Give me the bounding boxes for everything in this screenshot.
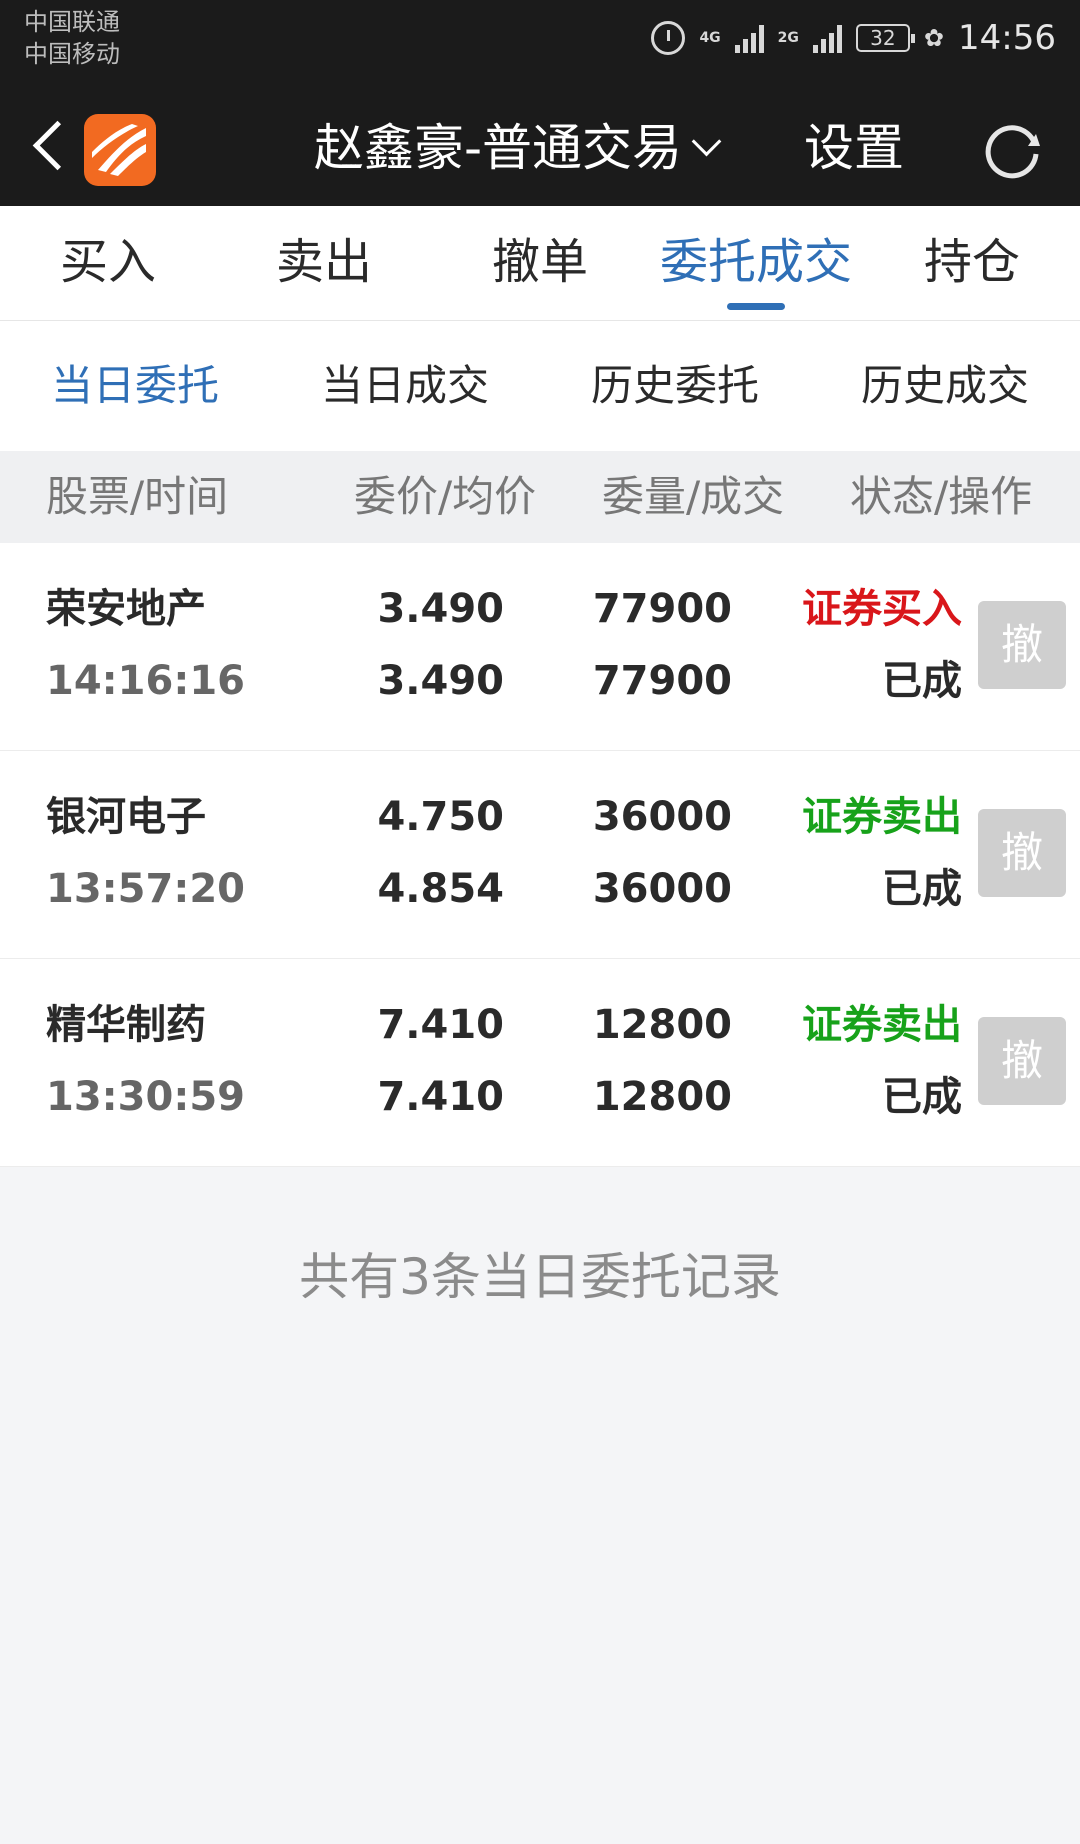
cancel-button[interactable]: 撤	[978, 809, 1066, 897]
leaf-icon: ✿	[923, 24, 945, 52]
order-quantity: 36000	[592, 794, 732, 840]
average-price: 4.854	[377, 866, 504, 912]
signal-bars-2-icon	[812, 23, 842, 53]
order-status: 已成	[882, 866, 962, 912]
average-price: 7.410	[377, 1074, 504, 1120]
table-row[interactable]: 银河电子 13:57:20 4.750 4.854 36000 36000 证券…	[0, 751, 1080, 959]
app-logo-icon	[92, 124, 146, 176]
order-list: 荣安地产 14:16:16 3.490 3.490 77900 77900 证券…	[0, 543, 1080, 1167]
battery-icon: 32	[855, 24, 915, 52]
record-count: 共有3条当日委托记录	[299, 1248, 781, 1306]
table-row[interactable]: 荣安地产 14:16:16 3.490 3.490 77900 77900 证券…	[0, 543, 1080, 751]
subtab-today-orders[interactable]: 当日委托	[0, 321, 270, 451]
clock: 14:56	[958, 18, 1056, 58]
network-2g-icon: 2G	[777, 30, 799, 46]
tab-positions[interactable]: 持仓	[864, 206, 1080, 320]
order-time: 14:16:16	[46, 658, 245, 704]
title-bar: 赵鑫豪-普通交易 设置	[0, 90, 1080, 206]
status-bar: 中国联通 中国移动 4G 2G 32 ✿ 14:56	[0, 0, 1080, 90]
carrier-1: 中国联通	[24, 8, 120, 36]
alarm-icon	[651, 21, 686, 55]
network-4g-icon: 4G	[699, 30, 721, 46]
table-header: 股票/时间 委价/均价 委量/成交 状态/操作	[0, 451, 1080, 543]
settings-button[interactable]: 设置	[804, 112, 904, 184]
order-action: 证券卖出	[802, 794, 962, 840]
page-title: 赵鑫豪-普通交易	[314, 119, 683, 177]
system-icons: 4G 2G 32 ✿ 14:56	[651, 18, 1056, 58]
refresh-icon[interactable]	[978, 116, 1046, 184]
order-price: 7.410	[377, 1002, 504, 1048]
filled-quantity: 77900	[592, 658, 732, 704]
sub-tabs: 当日委托 当日成交 历史委托 历史成交	[0, 321, 1080, 451]
column-header-quantity: 委量/成交	[602, 472, 785, 521]
tab-orders-trades[interactable]: 委托成交	[648, 206, 864, 320]
column-header-price: 委价/均价	[354, 472, 537, 521]
subtab-today-trades[interactable]: 当日成交	[270, 321, 540, 451]
account-switcher[interactable]: 赵鑫豪-普通交易	[314, 112, 722, 184]
carrier-info: 中国联通 中国移动	[24, 6, 120, 70]
order-status: 已成	[882, 1074, 962, 1120]
average-price: 3.490	[377, 658, 504, 704]
main-tabs: 买入 卖出 撤单 委托成交 持仓	[0, 206, 1080, 321]
back-icon[interactable]	[30, 118, 70, 178]
column-header-status: 状态/操作	[850, 472, 1033, 521]
filled-quantity: 12800	[592, 1074, 732, 1120]
order-quantity: 12800	[592, 1002, 732, 1048]
order-status: 已成	[882, 658, 962, 704]
order-time: 13:30:59	[46, 1074, 245, 1120]
column-header-stock-time: 股票/时间	[46, 472, 229, 521]
chevron-down-icon	[691, 126, 722, 156]
table-row[interactable]: 精华制药 13:30:59 7.410 7.410 12800 12800 证券…	[0, 959, 1080, 1167]
stock-name: 荣安地产	[46, 586, 206, 632]
app-logo	[84, 114, 156, 186]
order-price: 4.750	[377, 794, 504, 840]
stock-name: 精华制药	[46, 1002, 206, 1048]
order-quantity: 77900	[592, 586, 732, 632]
order-action: 证券卖出	[802, 1002, 962, 1048]
cancel-button[interactable]: 撤	[978, 601, 1066, 689]
tab-sell[interactable]: 卖出	[216, 206, 432, 320]
stock-name: 银河电子	[46, 794, 206, 840]
tab-buy[interactable]: 买入	[0, 206, 216, 320]
cancel-button[interactable]: 撤	[978, 1017, 1066, 1105]
tab-cancel-order[interactable]: 撤单	[432, 206, 648, 320]
signal-bars-icon	[734, 23, 764, 53]
carrier-2: 中国移动	[24, 40, 120, 68]
subtab-history-trades[interactable]: 历史成交	[810, 321, 1080, 451]
order-price: 3.490	[377, 586, 504, 632]
filled-quantity: 36000	[592, 866, 732, 912]
order-action: 证券买入	[802, 586, 962, 632]
subtab-history-orders[interactable]: 历史委托	[540, 321, 810, 451]
order-time: 13:57:20	[46, 866, 245, 912]
